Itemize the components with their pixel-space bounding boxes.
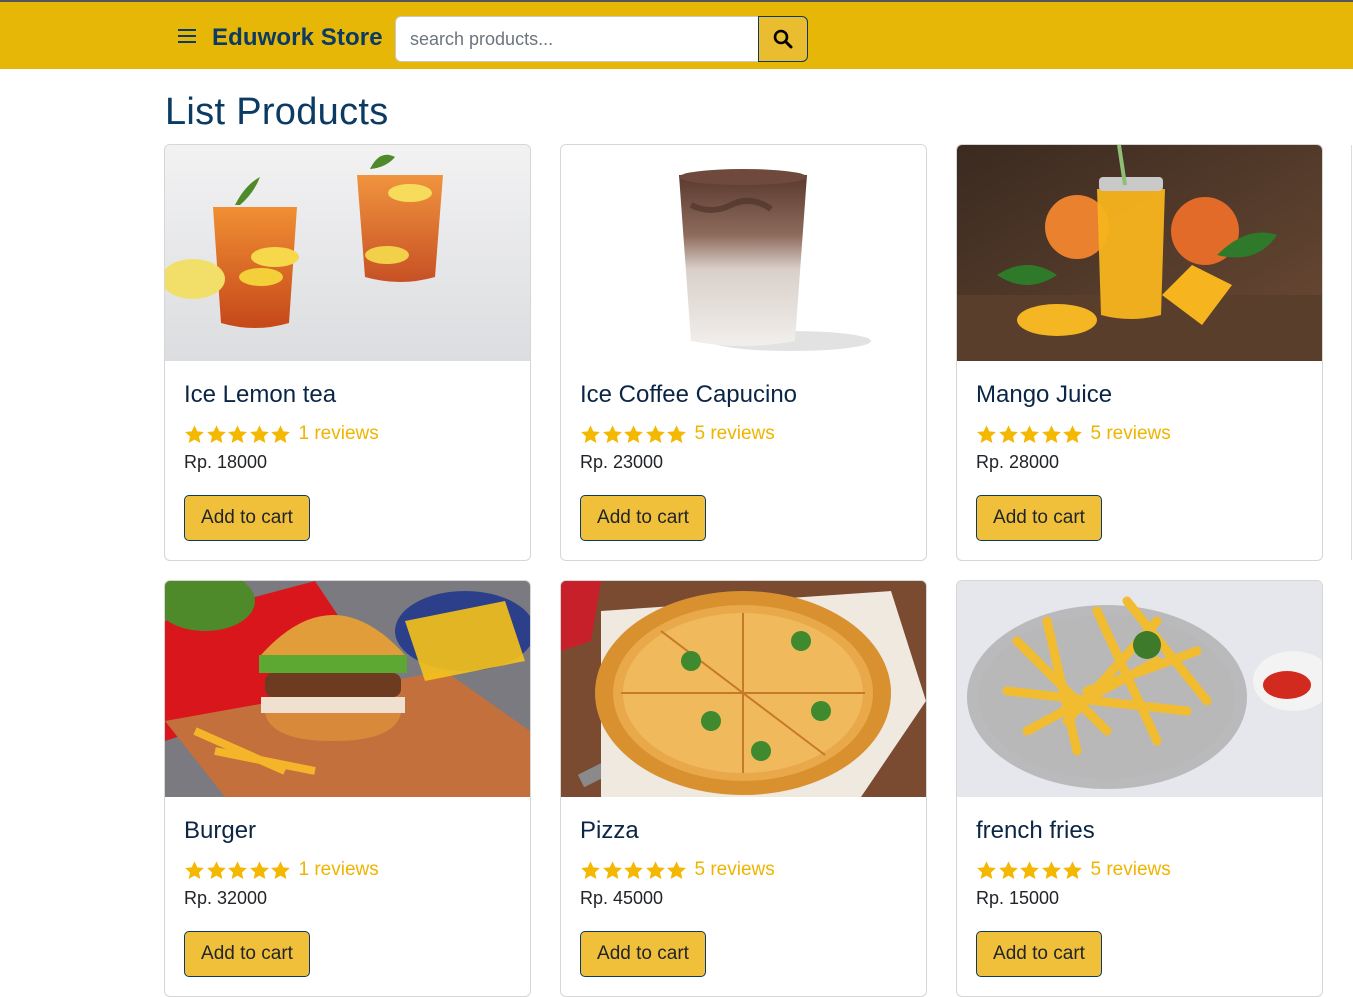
- star-icon: [602, 860, 622, 879]
- product-card: Ice Lemon tea 1 reviews Rp. 18000 Add to…: [164, 144, 531, 561]
- star-icon: [1063, 860, 1082, 879]
- star-icon: [249, 860, 269, 879]
- rating-stars: [580, 860, 688, 881]
- rating-stars: [976, 860, 1084, 881]
- product-card: french fries 5 reviews Rp. 15000 Add to …: [956, 580, 1323, 997]
- review-count: 1 reviews: [298, 859, 379, 880]
- review-count: 5 reviews: [694, 859, 775, 880]
- product-image[interactable]: [165, 145, 530, 361]
- star-icon: [624, 860, 643, 879]
- star-icon: [1020, 860, 1039, 879]
- page-title: List Products: [165, 91, 389, 133]
- product-image[interactable]: [561, 581, 926, 797]
- search-button[interactable]: [758, 16, 808, 62]
- product-price: Rp. 15000: [976, 888, 1060, 908]
- product-image[interactable]: [957, 145, 1322, 361]
- star-icon: [1041, 424, 1061, 443]
- rating-stars: [976, 424, 1084, 445]
- star-icon: [645, 424, 665, 443]
- product-name[interactable]: french fries: [976, 817, 1095, 845]
- product-image[interactable]: [957, 581, 1322, 797]
- star-icon: [1041, 860, 1061, 879]
- star-icon: [602, 424, 622, 443]
- star-icon: [185, 860, 204, 879]
- star-icon: [977, 860, 996, 879]
- product-rating: 5 reviews: [580, 423, 775, 445]
- star-icon: [977, 424, 996, 443]
- review-count: 5 reviews: [1090, 859, 1171, 880]
- star-icon: [206, 860, 226, 879]
- search-icon: [773, 29, 793, 49]
- add-to-cart-button[interactable]: Add to cart: [580, 931, 706, 977]
- product-price: Rp. 45000: [580, 888, 664, 908]
- add-to-cart-button[interactable]: Add to cart: [580, 495, 706, 541]
- next-card-edge: [1351, 145, 1352, 560]
- product-name[interactable]: Burger: [184, 817, 256, 845]
- star-icon: [667, 860, 686, 879]
- review-count: 5 reviews: [1090, 423, 1171, 444]
- product-card: Mango Juice 5 reviews Rp. 28000 Add to c…: [956, 144, 1323, 561]
- rating-stars: [184, 424, 292, 445]
- star-icon: [1063, 424, 1082, 443]
- product-card: Ice Coffee Capucino 5 reviews Rp. 23000 …: [560, 144, 927, 561]
- review-count: 1 reviews: [298, 423, 379, 444]
- brand-logo[interactable]: Eduwork Store: [212, 24, 383, 52]
- star-icon: [185, 424, 204, 443]
- star-icon: [581, 860, 600, 879]
- navbar: Eduwork Store: [0, 0, 1353, 69]
- product-name[interactable]: Ice Coffee Capucino: [580, 381, 797, 409]
- hamburger-menu-icon[interactable]: [178, 29, 196, 43]
- product-card: Burger 1 reviews Rp. 32000 Add to cart: [164, 580, 531, 997]
- add-to-cart-button[interactable]: Add to cart: [184, 495, 310, 541]
- product-price: Rp. 18000: [184, 452, 268, 472]
- product-rating: 5 reviews: [976, 423, 1171, 445]
- review-count: 5 reviews: [694, 423, 775, 444]
- star-icon: [581, 424, 600, 443]
- star-icon: [645, 860, 665, 879]
- product-price: Rp. 32000: [184, 888, 268, 908]
- product-rating: 5 reviews: [976, 859, 1171, 881]
- star-icon: [228, 860, 247, 879]
- star-icon: [667, 424, 686, 443]
- star-icon: [624, 424, 643, 443]
- rating-stars: [184, 860, 292, 881]
- product-name[interactable]: Ice Lemon tea: [184, 381, 336, 409]
- star-icon: [271, 424, 290, 443]
- product-rating: 1 reviews: [184, 859, 379, 881]
- search-input[interactable]: [395, 16, 759, 62]
- add-to-cart-button[interactable]: Add to cart: [184, 931, 310, 977]
- star-icon: [249, 424, 269, 443]
- add-to-cart-button[interactable]: Add to cart: [976, 495, 1102, 541]
- star-icon: [998, 424, 1018, 443]
- add-to-cart-button[interactable]: Add to cart: [976, 931, 1102, 977]
- product-name[interactable]: Mango Juice: [976, 381, 1112, 409]
- product-name[interactable]: Pizza: [580, 817, 639, 845]
- star-icon: [998, 860, 1018, 879]
- product-rating: 1 reviews: [184, 423, 379, 445]
- product-image[interactable]: [561, 145, 926, 361]
- star-icon: [1020, 424, 1039, 443]
- product-image[interactable]: [165, 581, 530, 797]
- star-icon: [228, 424, 247, 443]
- product-price: Rp. 23000: [580, 452, 664, 472]
- star-icon: [206, 424, 226, 443]
- product-card: Pizza 5 reviews Rp. 45000 Add to cart: [560, 580, 927, 997]
- star-icon: [271, 860, 290, 879]
- product-price: Rp. 28000: [976, 452, 1060, 472]
- product-rating: 5 reviews: [580, 859, 775, 881]
- rating-stars: [580, 424, 688, 445]
